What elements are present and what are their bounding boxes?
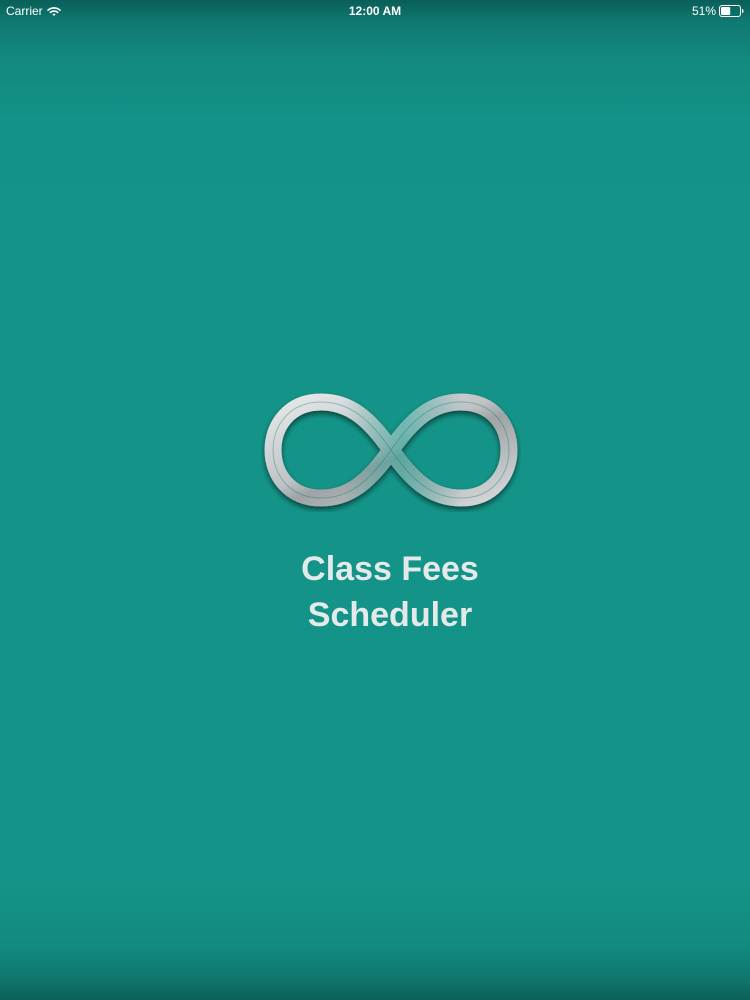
battery-icon — [719, 5, 744, 17]
app-title-line-1: Class Fees — [301, 550, 479, 588]
status-bar: Carrier 12:00 AM 51% — [0, 0, 750, 22]
infinity-logo-icon — [264, 393, 518, 507]
battery-indicator: 51% — [692, 4, 744, 18]
app-title-line-2: Scheduler — [307, 596, 473, 634]
battery-percent: 51% — [691, 4, 716, 18]
app-title: Class Fees Scheduler — [0, 546, 750, 638]
status-time: 12:00 AM — [348, 4, 402, 18]
battery-fill — [721, 7, 731, 15]
splash-screen: Carrier 12:00 AM 51% Class Fees Schedule… — [0, 0, 750, 1000]
